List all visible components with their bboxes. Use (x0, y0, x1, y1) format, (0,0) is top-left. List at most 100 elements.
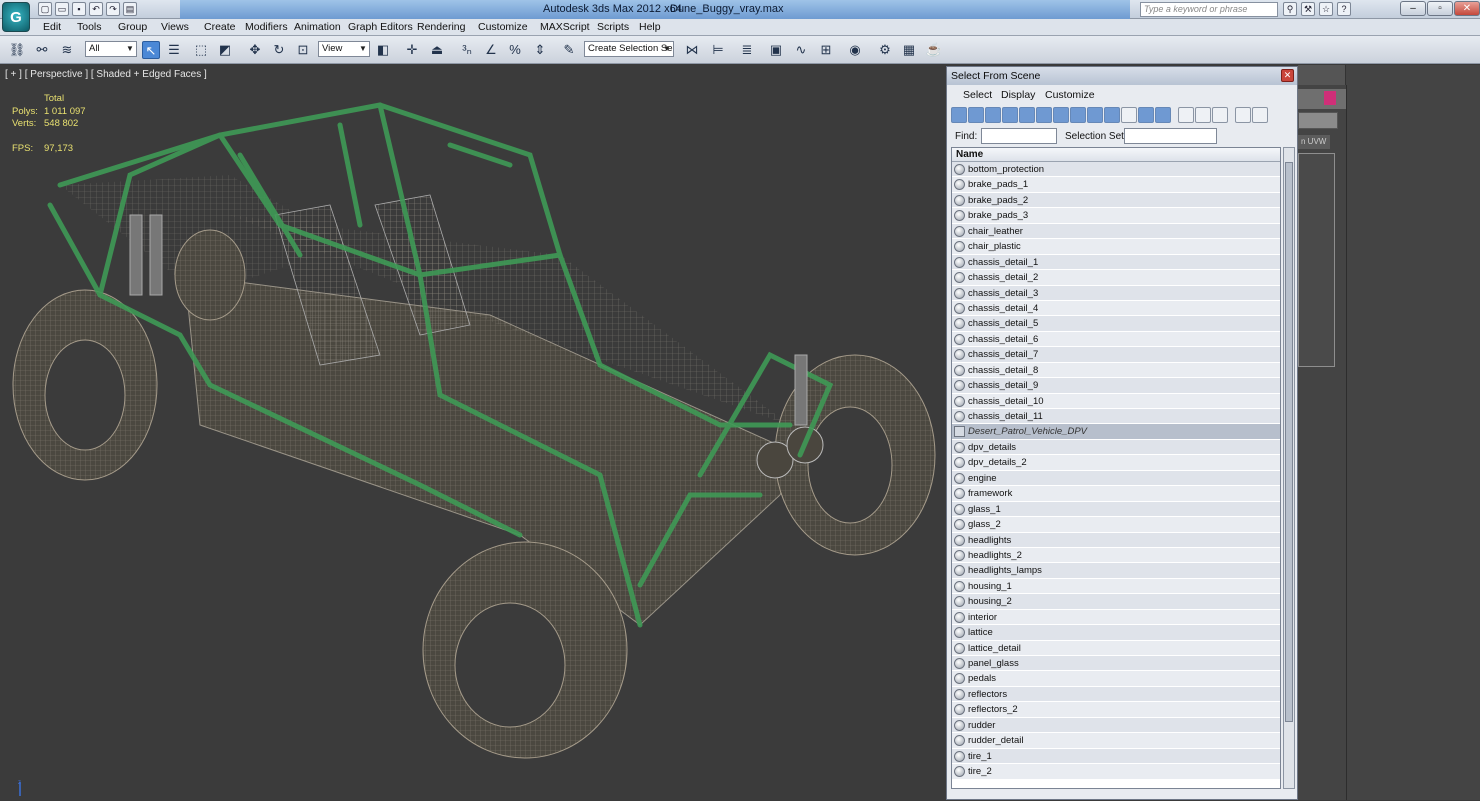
mirror-icon[interactable]: ⋈ (683, 41, 701, 59)
select-all-icon[interactable] (1212, 107, 1228, 123)
rendered-frame-icon[interactable]: ▦ (900, 41, 918, 59)
render-setup-icon[interactable]: ⚙ (876, 41, 894, 59)
display-groups-icon[interactable] (1053, 107, 1069, 123)
list-item[interactable]: housing_2 (952, 594, 1280, 610)
list-item[interactable]: housing_1 (952, 578, 1280, 595)
list-item[interactable]: rudder_detail (952, 733, 1280, 749)
list-item[interactable]: headlights_lamps (952, 563, 1280, 579)
list-item[interactable]: engine (952, 470, 1280, 487)
star-icon[interactable]: ☆ (1319, 2, 1333, 16)
menu-scripts[interactable]: Scripts (597, 21, 629, 33)
dialog-menu-display[interactable]: Display (1001, 89, 1035, 101)
angle-snap-icon[interactable]: ∠ (482, 41, 500, 59)
display-cameras-icon[interactable] (1002, 107, 1018, 123)
display-spacewarps-icon[interactable] (1036, 107, 1052, 123)
list-item[interactable]: glass_1 (952, 501, 1280, 518)
display-geometry-icon[interactable] (951, 107, 967, 123)
align-icon[interactable]: ⊨ (709, 41, 727, 59)
menu-customize[interactable]: Customize (478, 21, 528, 33)
list-scrollbar[interactable] (1283, 147, 1295, 789)
select-object-icon[interactable]: ↖ (142, 41, 160, 59)
list-item[interactable]: headlights_2 (952, 547, 1280, 564)
list-item[interactable]: chassis_detail_2 (952, 270, 1280, 286)
pivot-center-icon[interactable]: ◧ (374, 41, 392, 59)
display-invert-icon[interactable] (1195, 107, 1211, 123)
display-lights-icon[interactable] (985, 107, 1001, 123)
display-all-icon[interactable] (1155, 107, 1171, 123)
list-item[interactable]: reflectors_2 (952, 702, 1280, 718)
menu-group[interactable]: Group (118, 21, 147, 33)
material-editor-icon[interactable]: ◉ (846, 41, 864, 59)
display-helpers-icon[interactable] (1019, 107, 1035, 123)
list-item[interactable]: bottom_protection (952, 162, 1280, 178)
close-button[interactable]: ✕ (1454, 1, 1480, 16)
redo-icon[interactable]: ↷ (106, 2, 120, 16)
display-containers-icon[interactable] (1104, 107, 1120, 123)
list-item[interactable]: chassis_detail_3 (952, 285, 1280, 301)
scene-object-list[interactable]: Name bottom_protection brake_pads_1 brake_… (951, 147, 1281, 789)
modifier-stack[interactable] (1298, 153, 1335, 367)
schematic-view-icon[interactable]: ⊞ (817, 41, 835, 59)
menu-help[interactable]: Help (639, 21, 661, 33)
object-color-swatch[interactable] (1324, 91, 1336, 105)
curve-editor-icon[interactable]: ∿ (792, 41, 810, 59)
keyboard-shortcut-icon[interactable]: ⏏ (428, 41, 446, 59)
save-icon[interactable]: ▪ (72, 2, 86, 16)
reference-coord-dropdown[interactable]: View ▼ (318, 41, 370, 57)
named-selection-dropdown[interactable]: Create Selection Se ▼ (584, 41, 674, 57)
list-item[interactable]: brake_pads_1 (952, 177, 1280, 193)
layer-manager-icon[interactable]: ≣ (738, 41, 756, 59)
search-input[interactable]: Type a keyword or phrase (1140, 2, 1278, 17)
open-file-icon[interactable]: ▭ (55, 2, 69, 16)
undo-icon[interactable]: ↶ (89, 2, 103, 16)
unlink-icon[interactable]: ⚯ (33, 41, 51, 59)
app-logo-icon[interactable]: G (2, 2, 30, 32)
display-none-icon[interactable] (1178, 107, 1194, 123)
list-item[interactable]: lattice (952, 625, 1280, 641)
modifier-uvw-label[interactable]: n UVW (1298, 135, 1330, 149)
scene-explorer-icon[interactable]: ▣ (767, 41, 785, 59)
scrollbar-thumb[interactable] (1285, 162, 1293, 722)
rect-selection-icon[interactable]: ⬚ (192, 41, 210, 59)
display-frozen-icon[interactable] (1121, 107, 1137, 123)
column-header-name[interactable]: Name (952, 148, 1280, 162)
list-item[interactable]: chassis_detail_7 (952, 347, 1280, 363)
menu-modifiers[interactable]: Modifiers (245, 21, 288, 33)
display-hidden-icon[interactable] (1138, 107, 1154, 123)
list-item[interactable]: chassis_detail_10 (952, 393, 1280, 409)
selection-filter-dropdown[interactable]: All ▼ (85, 41, 137, 57)
wrench-icon[interactable]: ⚒ (1301, 2, 1315, 16)
menu-edit[interactable]: Edit (43, 21, 61, 33)
list-item[interactable]: chassis_detail_1 (952, 254, 1280, 271)
help-icon[interactable]: ? (1337, 2, 1351, 16)
dialog-menu-select[interactable]: Select (963, 89, 992, 101)
list-item[interactable]: chassis_detail_11 (952, 409, 1280, 425)
dialog-title[interactable]: Select From Scene (947, 67, 1297, 85)
list-item[interactable]: glass_2 (952, 517, 1280, 533)
snaps-toggle-icon[interactable]: ³ₙ (458, 41, 476, 59)
selection-set-dropdown[interactable] (1124, 128, 1217, 144)
link-icon[interactable]: ⛓ (8, 41, 26, 59)
list-item[interactable]: chassis_detail_9 (952, 378, 1280, 394)
display-bones-icon[interactable] (1087, 107, 1103, 123)
menu-maxscript[interactable]: MAXScript (540, 21, 590, 33)
list-item[interactable]: framework (952, 486, 1280, 502)
render-production-icon[interactable]: ☕ (925, 41, 943, 59)
percent-snap-icon[interactable]: % (506, 41, 524, 59)
list-item[interactable]: brake_pads_2 (952, 192, 1280, 209)
select-manipulate-icon[interactable]: ✛ (403, 41, 421, 59)
find-input[interactable] (981, 128, 1057, 144)
list-item[interactable]: lattice_detail (952, 640, 1280, 656)
list-item[interactable]: chassis_detail_6 (952, 331, 1280, 348)
project-folder-icon[interactable]: ▤ (123, 2, 137, 16)
scale-icon[interactable]: ⊡ (294, 41, 312, 59)
list-item[interactable]: interior (952, 609, 1280, 626)
list-item[interactable]: brake_pads_3 (952, 208, 1280, 224)
rotate-icon[interactable]: ↻ (270, 41, 288, 59)
window-crossing-icon[interactable]: ◩ (216, 41, 234, 59)
list-item[interactable]: reflectors (952, 686, 1280, 703)
list-item[interactable]: dpv_details_2 (952, 455, 1280, 471)
new-file-icon[interactable]: ▢ (38, 2, 52, 16)
menu-tools[interactable]: Tools (77, 21, 102, 33)
list-item[interactable]: pedals (952, 671, 1280, 687)
